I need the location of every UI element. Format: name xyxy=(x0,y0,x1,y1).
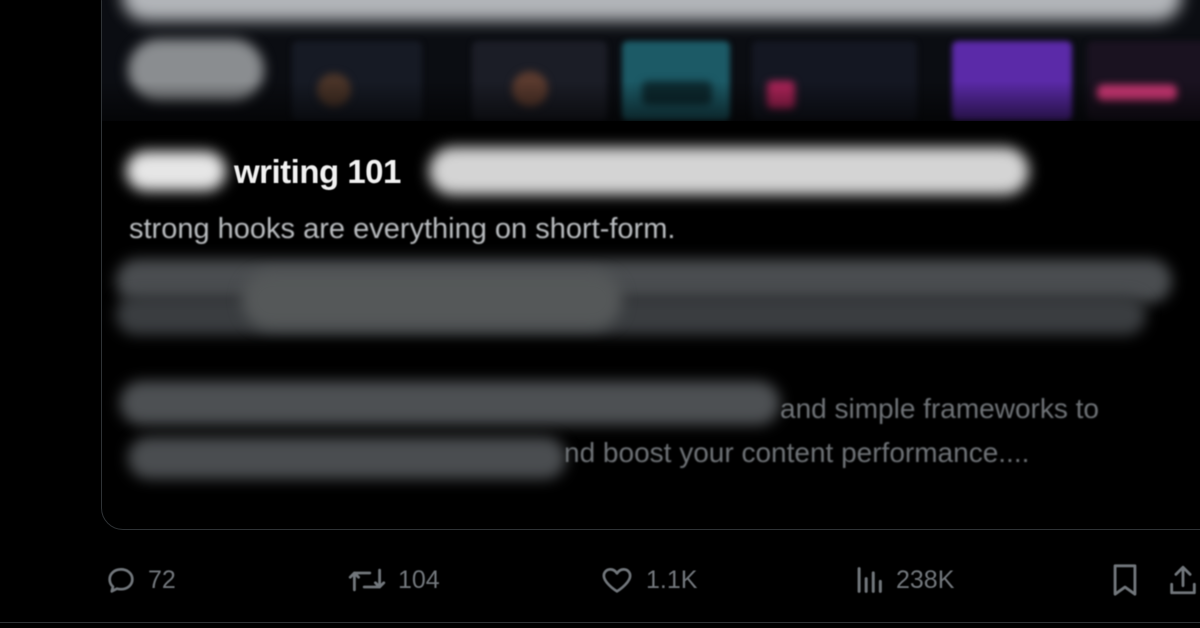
link-preview-card[interactable]: writing 101 strong hooks are everything … xyxy=(101,0,1200,530)
like-count: 1.1K xyxy=(646,565,698,594)
redacted-paragraph-start xyxy=(128,437,566,479)
redacted-paragraph-block xyxy=(242,271,622,329)
views-count: 238K xyxy=(896,565,955,594)
share-icon xyxy=(1170,565,1196,595)
like-button[interactable]: 1.1K xyxy=(598,556,697,604)
card-title: writing 101 xyxy=(234,153,401,190)
divider xyxy=(0,622,1200,623)
blurred-banner-text xyxy=(122,0,1182,21)
redacted-title-suffix xyxy=(429,147,1029,195)
post-action-bar: 72 104 1.1K 238K xyxy=(0,556,1200,604)
card-banner-image xyxy=(102,0,1200,121)
reply-button[interactable]: 72 xyxy=(104,556,176,604)
repost-button[interactable]: 104 xyxy=(346,556,440,604)
card-paragraph-line-1: and simple frameworks to xyxy=(780,393,1100,424)
bookmark-icon xyxy=(1113,564,1137,596)
card-title-row: writing 101 xyxy=(124,147,1124,195)
bookmark-button[interactable] xyxy=(1108,556,1152,604)
views-icon xyxy=(857,567,882,593)
views-button[interactable]: 238K xyxy=(852,556,954,604)
repost-icon xyxy=(348,568,386,592)
reply-icon xyxy=(108,568,134,593)
banner-fade xyxy=(102,81,1200,121)
redacted-paragraph-start xyxy=(120,381,780,425)
share-button[interactable] xyxy=(1166,556,1200,604)
reply-count: 72 xyxy=(148,565,176,594)
card-paragraph-line-2: nd boost your content performance.... xyxy=(564,437,1030,468)
redacted-title-prefix xyxy=(126,151,226,191)
page: writing 101 strong hooks are everything … xyxy=(0,0,1200,628)
card-subtitle: strong hooks are everything on short-for… xyxy=(129,213,676,245)
heart-icon xyxy=(602,568,632,593)
repost-count: 104 xyxy=(398,565,440,594)
